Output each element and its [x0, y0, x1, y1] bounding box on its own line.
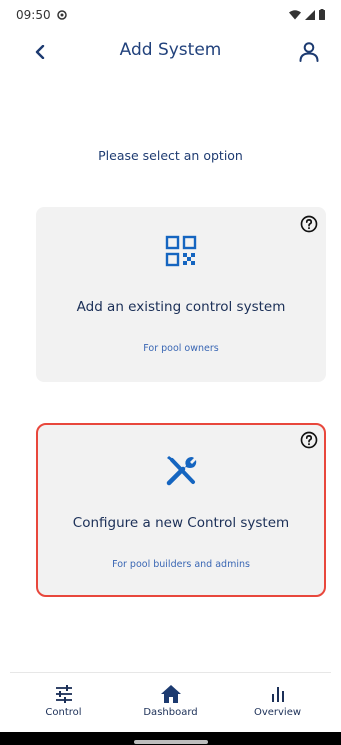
nav-label: Overview	[253, 706, 302, 718]
nav-item-dashboard[interactable]: Dashboard	[121, 684, 221, 718]
status-icons	[289, 9, 325, 20]
status-time: 09:50	[16, 8, 51, 22]
settings-icon	[57, 10, 67, 20]
app-header: Add System	[0, 34, 341, 70]
sliders-icon	[55, 684, 72, 703]
status-bar: 09:50	[0, 0, 341, 30]
select-option-prompt: Please select an option	[98, 148, 243, 163]
signal-icon	[305, 9, 315, 20]
card-title: Configure a new Control system	[72, 515, 290, 531]
bottom-nav: Control Dashboard Overview	[10, 672, 331, 728]
nav-label: Dashboard	[143, 706, 198, 718]
system-gesture-bar	[0, 732, 341, 745]
page-title: Add System	[119, 40, 222, 60]
home-indicator[interactable]	[134, 740, 208, 744]
help-icon[interactable]	[300, 215, 318, 233]
home-icon	[160, 684, 181, 703]
bar-chart-icon	[271, 686, 284, 702]
qr-code-icon	[165, 235, 197, 267]
card-title: Add an existing control system	[76, 299, 286, 315]
help-icon[interactable]	[300, 431, 318, 449]
card-subtitle: For pool owners	[143, 343, 219, 354]
nav-item-overview[interactable]: Overview	[228, 684, 328, 718]
card-subtitle: For pool builders and admins	[112, 559, 250, 570]
configure-new-system-card[interactable]: Configure a new Control system For pool …	[36, 423, 326, 597]
nav-item-control[interactable]: Control	[14, 684, 114, 718]
nav-label: Control	[45, 706, 82, 718]
person-icon[interactable]	[297, 40, 321, 64]
tools-icon	[166, 456, 197, 486]
add-existing-system-card[interactable]: Add an existing control system For pool …	[36, 207, 326, 382]
wifi-icon	[289, 9, 301, 19]
battery-icon	[319, 9, 325, 20]
